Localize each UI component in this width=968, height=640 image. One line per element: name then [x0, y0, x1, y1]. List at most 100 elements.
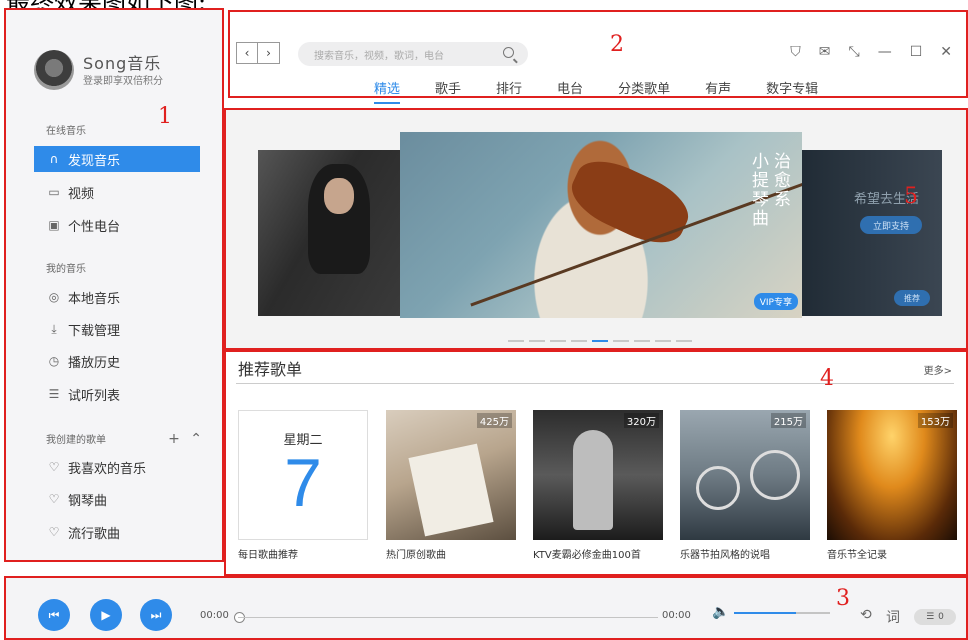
sidebar-item-history[interactable]: ◷ 播放历史 [34, 348, 200, 374]
carousel-dot[interactable] [508, 340, 524, 342]
region-number-3: 3 [836, 586, 850, 611]
section-online-music: 在线音乐 [46, 126, 86, 137]
next-icon: ⏭ [150, 607, 162, 622]
region-number-5: 5 [904, 184, 918, 209]
support-button[interactable]: 立即支持 [860, 216, 922, 234]
recommend-button[interactable]: 推荐 [894, 290, 930, 306]
maximize-icon[interactable]: ☐ [910, 44, 923, 60]
playlist-cover[interactable]: 215万 [680, 410, 810, 540]
lyrics-button[interactable]: 词 [886, 607, 900, 627]
region-number-4: 4 [820, 366, 834, 391]
section-created-playlists: 我创建的歌单 [46, 435, 106, 446]
tab-radio[interactable]: 电台 [557, 78, 583, 97]
back-button[interactable]: ‹ [236, 42, 258, 64]
collapse-icon[interactable]: ⌃ [190, 431, 202, 447]
card-label: 每日歌曲推荐 [238, 550, 298, 561]
play-count: 425万 [476, 413, 512, 428]
close-icon[interactable]: ✕ [940, 44, 952, 60]
more-link[interactable]: 更多> [924, 362, 952, 377]
list-icon: ☰ [48, 387, 60, 401]
day-number: 7 [284, 445, 322, 521]
sidebar-item-preview-list[interactable]: ☰ 试听列表 [34, 381, 200, 407]
card-label: 乐器节拍风格的说唱 [680, 550, 770, 561]
sidebar-item-pop[interactable]: ♡ 流行歌曲 [34, 519, 200, 545]
login-hint[interactable]: 登录即享双倍积分 [83, 72, 163, 87]
playlist-cover[interactable]: 153万 [827, 410, 957, 540]
history-nav: ‹ › [236, 42, 280, 64]
avatar[interactable] [34, 50, 74, 90]
playlist-card[interactable]: 320万 KTV麦霸必修金曲100首 [533, 410, 663, 561]
playlist-card[interactable]: 215万 乐器节拍风格的说唱 [680, 410, 810, 561]
sidebar-item-favorites[interactable]: ♡ 我喜欢的音乐 [34, 454, 200, 480]
sidebar-item-label: 视频 [68, 186, 95, 202]
banner-slide-main[interactable]: 小提琴曲 治愈系 VIP专享 [400, 132, 802, 318]
sidebar-item-label: 试听列表 [68, 388, 121, 404]
video-icon: ▭ [48, 185, 60, 199]
carousel-dot[interactable] [634, 340, 650, 342]
skin-icon[interactable]: ⛉ [790, 44, 801, 60]
mail-icon[interactable]: ✉ [819, 44, 831, 60]
tab-charts[interactable]: 排行 [496, 78, 522, 97]
sidebar-item-piano[interactable]: ♡ 钢琴曲 [34, 486, 200, 512]
tab-audio[interactable]: 有声 [705, 78, 731, 97]
sheet-music-image [408, 443, 494, 537]
daily-calendar[interactable]: 星期二 7 [238, 410, 368, 540]
tab-digital-albums[interactable]: 数字专辑 [766, 78, 818, 97]
headphones-icon: ∩ [49, 152, 59, 166]
volume-icon[interactable]: 🔈 [712, 604, 729, 620]
sidebar-item-discover-music[interactable]: ∩ 发现音乐 [34, 146, 200, 172]
forward-button[interactable]: › [258, 42, 280, 64]
playlist-card[interactable]: 153万 音乐节全记录 [827, 410, 957, 561]
banner-slide-left[interactable] [258, 150, 418, 316]
playlist-card[interactable]: 425万 热门原创歌曲 [386, 410, 516, 561]
tab-featured[interactable]: 精选 [374, 78, 401, 104]
sidebar-item-label: 钢琴曲 [68, 493, 108, 509]
daily-recommend-card[interactable]: 星期二 7 每日歌曲推荐 [238, 410, 368, 561]
minimize-icon[interactable]: — [878, 44, 892, 60]
mini-mode-icon[interactable]: ⤡ [849, 44, 860, 60]
window-controls: ⛉ ✉ ⤡ — ☐ ✕ [790, 44, 952, 60]
playlist-cover[interactable]: 320万 [533, 410, 663, 540]
carousel-dot[interactable] [550, 340, 566, 342]
banner-image-face [324, 178, 354, 214]
play-button[interactable]: ▶ [90, 599, 122, 631]
carousel-dot[interactable] [571, 340, 587, 342]
repeat-icon[interactable]: ⟲ [860, 607, 872, 623]
sidebar-item-label: 个性电台 [68, 219, 121, 235]
sidebar-item-label: 流行歌曲 [68, 526, 121, 542]
sidebar-item-radio[interactable]: ▣ 个性电台 [34, 212, 200, 238]
download-icon: ⤓ [51, 321, 57, 336]
card-label: 音乐节全记录 [827, 550, 887, 561]
search-icon[interactable] [503, 47, 514, 58]
sidebar-item-downloads[interactable]: ⤓ 下载管理 [34, 316, 200, 342]
playlist-cover[interactable]: 425万 [386, 410, 516, 540]
sidebar-item-local-music[interactable]: ◎ 本地音乐 [34, 284, 200, 310]
section-title: 推荐歌单 [238, 360, 303, 379]
progress-bar[interactable] [238, 617, 658, 618]
carousel-dot[interactable] [676, 340, 692, 342]
previous-track-button[interactable]: ⏮ [38, 599, 70, 631]
previous-icon: ⏮ [48, 607, 60, 622]
carousel-dot[interactable] [592, 340, 608, 342]
carousel-dot[interactable] [529, 340, 545, 342]
card-label: 热门原创歌曲 [386, 550, 446, 561]
drum-image [696, 466, 740, 510]
next-track-button[interactable]: ⏭ [140, 599, 172, 631]
volume-slider[interactable] [734, 612, 830, 614]
sidebar-item-video[interactable]: ▭ 视频 [34, 179, 200, 205]
tab-categories[interactable]: 分类歌单 [618, 78, 670, 97]
volume-fill [734, 612, 797, 614]
guitarist-image [573, 430, 613, 530]
heart-icon: ♡ [48, 525, 60, 539]
drum-image [750, 450, 800, 500]
add-playlist-icon[interactable]: + [168, 431, 180, 447]
search-input[interactable]: 搜索音乐，视频，歌词，电台 [298, 42, 528, 66]
playlist-icon: ☰ [926, 612, 935, 622]
tab-singers[interactable]: 歌手 [435, 78, 461, 97]
play-count: 215万 [770, 413, 806, 428]
carousel-dot[interactable] [613, 340, 629, 342]
banner-slide-right[interactable]: 希望去生活 立即支持 推荐 [794, 150, 942, 316]
music-disc-icon: ◎ [48, 290, 60, 304]
carousel-dot[interactable] [655, 340, 671, 342]
playlist-button[interactable]: ☰ 0 [914, 609, 956, 625]
